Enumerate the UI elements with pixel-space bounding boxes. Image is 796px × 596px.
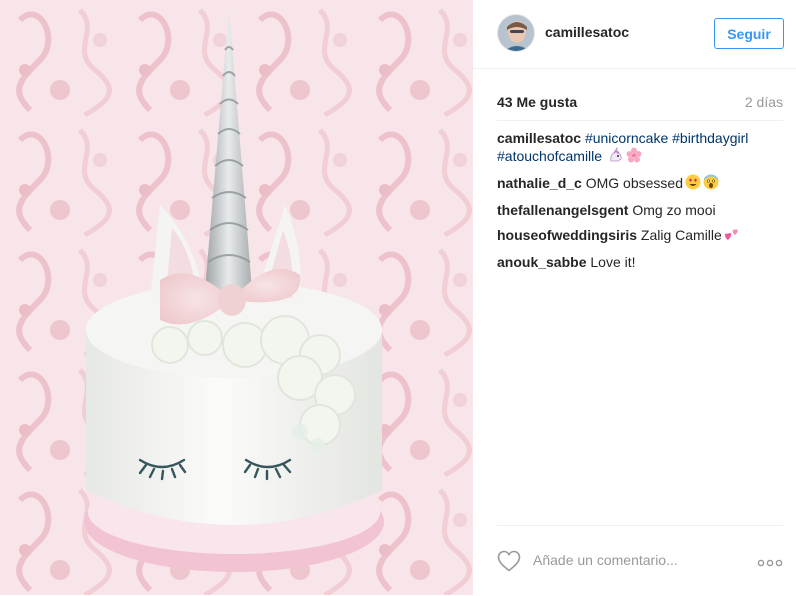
unicorn-emoji <box>608 146 624 167</box>
post-footer <box>497 525 783 596</box>
cherry-blossom-emoji <box>626 147 642 167</box>
avatar[interactable] <box>497 14 535 52</box>
comment-username[interactable]: houseofweddingsiris <box>497 227 637 243</box>
instagram-post: camillesatoc Seguir 43 Me gusta 2 días c… <box>0 0 796 595</box>
heart-eyes-emoji <box>685 174 701 194</box>
more-options-icon[interactable] <box>757 555 783 567</box>
divider <box>497 120 783 121</box>
post-photo[interactable] <box>0 0 473 595</box>
post-sidebar: camillesatoc Seguir 43 Me gusta 2 días c… <box>473 0 796 595</box>
comment-text: OMG obsessed <box>585 175 683 191</box>
caption: camillesatoc #unicorncake #birthdaygirl … <box>497 129 787 167</box>
comment-item: nathalie_d_c OMG obsessed <box>497 174 787 194</box>
scream-emoji <box>703 174 719 194</box>
heart-icon[interactable] <box>497 550 521 572</box>
comment-text: Omg zo mooi <box>632 202 716 218</box>
hashtag-link[interactable]: #unicorncake <box>585 130 668 146</box>
comment-username[interactable]: nathalie_d_c <box>497 175 582 191</box>
comments-list: camillesatoc #unicorncake #birthdaygirl … <box>497 129 787 278</box>
caption-username[interactable]: camillesatoc <box>497 130 581 146</box>
hashtag-link[interactable]: #atouchofcamille <box>497 148 602 164</box>
likes-row: 43 Me gusta 2 días <box>497 94 783 112</box>
post-time[interactable]: 2 días <box>745 94 783 110</box>
follow-button[interactable]: Seguir <box>714 18 784 49</box>
post-header: camillesatoc Seguir <box>473 0 796 69</box>
post-username[interactable]: camillesatoc <box>545 24 629 40</box>
likes-count[interactable]: 43 Me gusta <box>497 94 577 110</box>
unicorn-cake-image <box>0 0 473 595</box>
comment-item: anouk_sabbe Love it! <box>497 253 787 271</box>
comment-username[interactable]: anouk_sabbe <box>497 254 586 270</box>
add-comment-input[interactable] <box>533 548 733 572</box>
hashtag-link[interactable]: #birthdaygirl <box>672 130 748 146</box>
comment-username[interactable]: thefallenangelsgent <box>497 202 628 218</box>
comment-item: houseofweddingsiris Zalig Camille <box>497 226 787 246</box>
profile-photo-icon <box>498 15 534 51</box>
comment-text: Love it! <box>590 254 636 270</box>
two-hearts-emoji <box>724 226 740 246</box>
comment-item: thefallenangelsgent Omg zo mooi <box>497 201 787 219</box>
comment-text: Zalig Camille <box>640 227 722 243</box>
